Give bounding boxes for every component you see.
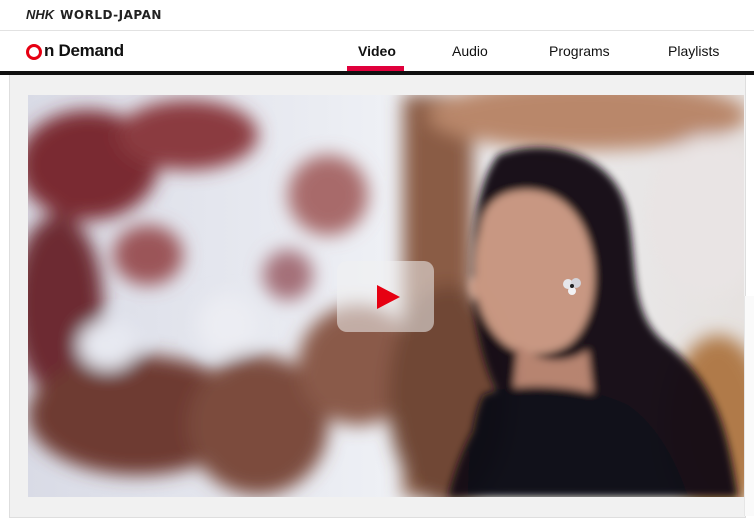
tab-audio[interactable]: Audio [452, 43, 488, 59]
play-button[interactable] [337, 261, 434, 332]
top-brand-bar: NHK WORLD-JAPAN [0, 0, 754, 31]
nhk-world-japan-logo[interactable]: NHK WORLD-JAPAN [26, 7, 162, 22]
brand-world-japan: WORLD-JAPAN [60, 7, 162, 22]
main-nav: Video Audio Programs Playlists [0, 31, 754, 71]
brand-nhk: NHK [26, 7, 55, 22]
right-edge-panel [744, 296, 754, 516]
play-icon [377, 284, 400, 309]
site-header: n Demand Video Audio Programs Playlists [0, 31, 754, 71]
tab-video[interactable]: Video [358, 43, 396, 59]
tab-playlists[interactable]: Playlists [668, 43, 719, 59]
tab-programs[interactable]: Programs [549, 43, 610, 59]
